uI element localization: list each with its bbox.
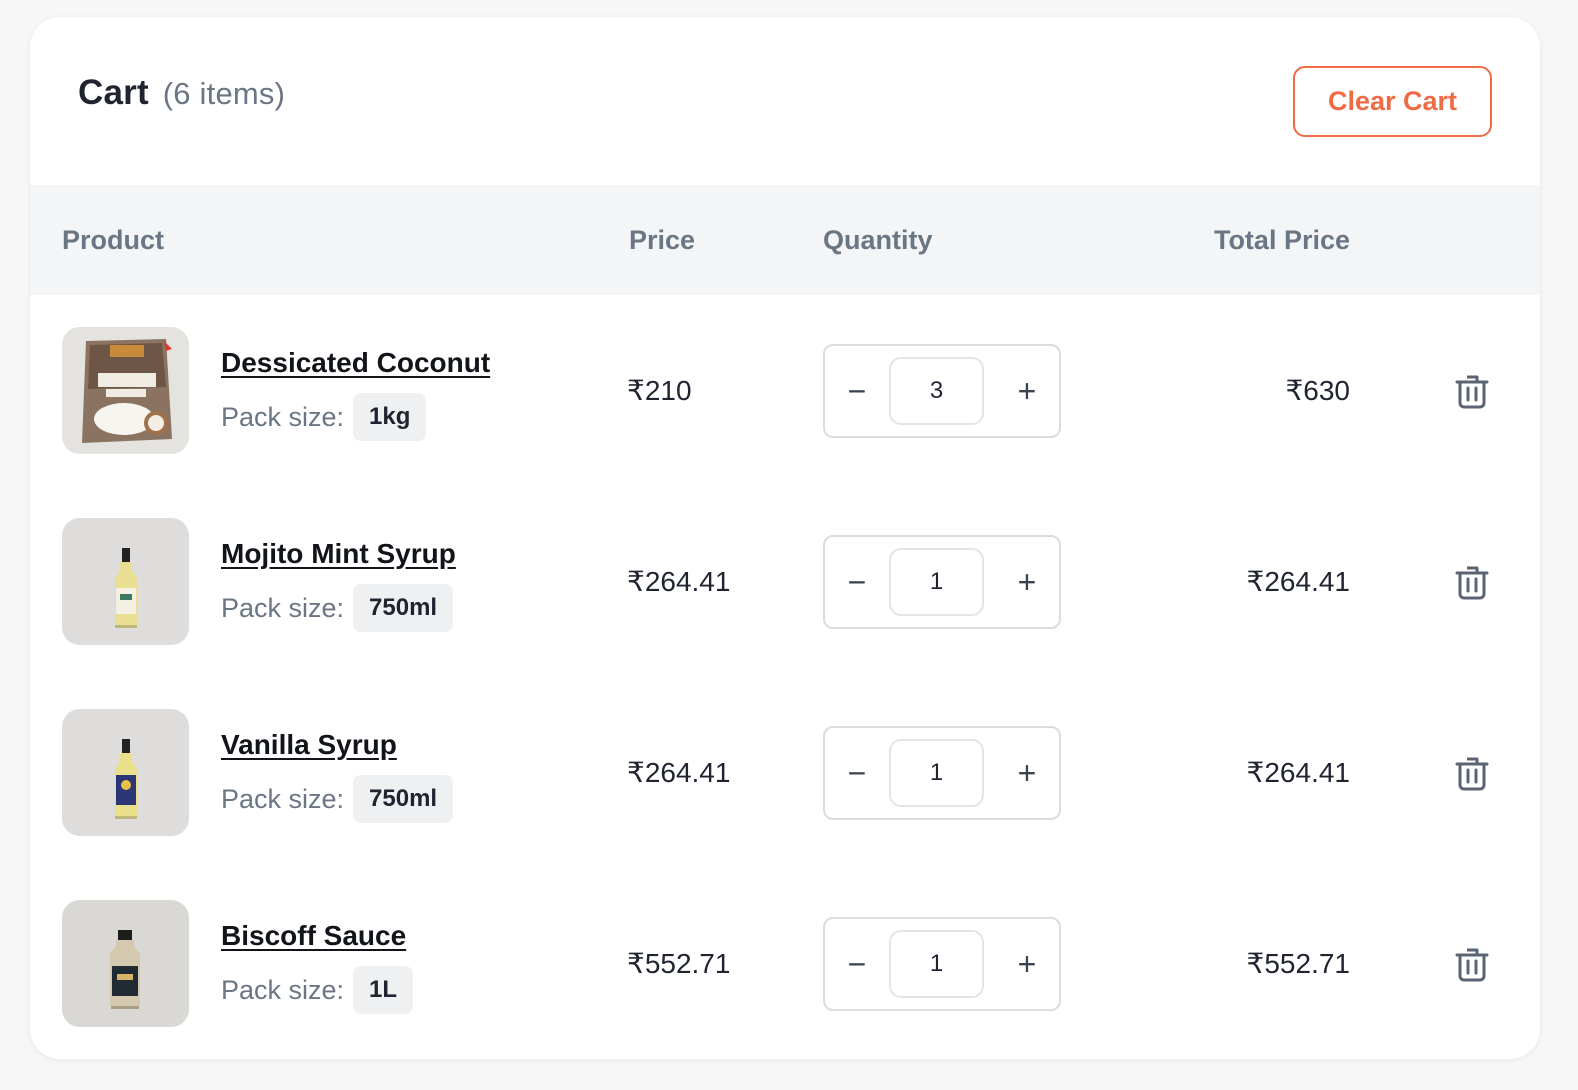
quantity-input[interactable] xyxy=(889,548,984,616)
pack-size-label: Pack size: xyxy=(221,401,345,432)
unit-price: ₹552.71 xyxy=(627,948,731,979)
pack-size-badge: 750ml xyxy=(353,775,454,823)
product-name-link[interactable]: Biscoff Sauce xyxy=(221,920,406,952)
remove-item-button[interactable] xyxy=(1450,562,1494,602)
cart-header: Cart (6 items) Clear Cart xyxy=(30,17,1540,185)
syrup-bottle-icon xyxy=(62,709,189,836)
line-total-price: ₹552.71 xyxy=(1246,948,1350,979)
column-header-total-price: Total Price xyxy=(1213,225,1350,255)
cart-title-text: Cart xyxy=(78,73,149,112)
unit-price: ₹210 xyxy=(627,375,692,406)
quantity-input[interactable] xyxy=(889,739,984,807)
table-row: Dessicated Coconut Pack size: 1kg ₹210 −… xyxy=(30,295,1540,486)
trash-icon xyxy=(1455,375,1489,409)
table-header: Product Price Quantity Total Price xyxy=(30,185,1540,295)
column-header-product: Product xyxy=(62,225,165,255)
pack-size-label: Pack size: xyxy=(221,783,345,814)
table-row: Vanilla Syrup Pack size: 750ml ₹264.41 −… xyxy=(30,677,1540,868)
increase-quantity-button[interactable]: + xyxy=(995,728,1059,818)
syrup-bottle-icon xyxy=(62,518,189,645)
increase-quantity-button[interactable]: + xyxy=(995,919,1059,1009)
trash-icon xyxy=(1455,566,1489,600)
cart-card: Cart (6 items) Clear Cart Product Price … xyxy=(30,17,1540,1059)
product-thumbnail[interactable] xyxy=(62,709,189,836)
column-header-price: Price xyxy=(629,225,696,255)
coconut-powder-pack-icon xyxy=(62,327,189,454)
pack-size: Pack size: 750ml xyxy=(221,584,454,632)
table-row: Mojito Mint Syrup Pack size: 750ml ₹264.… xyxy=(30,486,1540,677)
pack-size: Pack size: 1kg xyxy=(221,393,427,441)
trash-icon xyxy=(1455,948,1489,982)
pack-size-badge: 1L xyxy=(353,966,414,1014)
decrease-quantity-button[interactable]: − xyxy=(825,537,889,627)
pack-size-label: Pack size: xyxy=(221,592,345,623)
column-header-quantity: Quantity xyxy=(823,225,933,255)
trash-icon xyxy=(1455,757,1489,791)
pack-size: Pack size: 750ml xyxy=(221,775,454,823)
unit-price: ₹264.41 xyxy=(627,566,731,597)
table-row: Biscoff Sauce Pack size: 1L ₹552.71 − + … xyxy=(30,868,1540,1059)
clear-cart-button[interactable]: Clear Cart xyxy=(1293,66,1492,137)
quantity-stepper: − + xyxy=(823,726,1061,820)
line-total-price: ₹264.41 xyxy=(1246,566,1350,597)
pack-size-badge: 1kg xyxy=(353,393,427,441)
quantity-stepper: − + xyxy=(823,344,1061,438)
product-thumbnail[interactable] xyxy=(62,518,189,645)
cart-title: Cart (6 items) xyxy=(78,73,285,113)
remove-item-button[interactable] xyxy=(1450,944,1494,984)
pack-size-label: Pack size: xyxy=(221,974,345,1005)
quantity-input[interactable] xyxy=(889,357,984,425)
pack-size-badge: 750ml xyxy=(353,584,454,632)
product-name-link[interactable]: Vanilla Syrup xyxy=(221,729,397,761)
product-name-link[interactable]: Mojito Mint Syrup xyxy=(221,538,456,570)
quantity-stepper: − + xyxy=(823,917,1061,1011)
quantity-input[interactable] xyxy=(889,930,984,998)
remove-item-button[interactable] xyxy=(1450,753,1494,793)
decrease-quantity-button[interactable]: − xyxy=(825,728,889,818)
line-total-price: ₹630 xyxy=(1285,375,1350,406)
decrease-quantity-button[interactable]: − xyxy=(825,346,889,436)
product-name-link[interactable]: Dessicated Coconut xyxy=(221,347,490,379)
line-total-price: ₹264.41 xyxy=(1246,757,1350,788)
increase-quantity-button[interactable]: + xyxy=(995,537,1059,627)
unit-price: ₹264.41 xyxy=(627,757,731,788)
quantity-stepper: − + xyxy=(823,535,1061,629)
increase-quantity-button[interactable]: + xyxy=(995,346,1059,436)
pack-size: Pack size: 1L xyxy=(221,966,414,1014)
product-thumbnail[interactable] xyxy=(62,900,189,1027)
product-thumbnail[interactable] xyxy=(62,327,189,454)
decrease-quantity-button[interactable]: − xyxy=(825,919,889,1009)
cart-item-count: (6 items) xyxy=(162,76,286,111)
remove-item-button[interactable] xyxy=(1450,371,1494,411)
sauce-bottle-icon xyxy=(62,900,189,1027)
